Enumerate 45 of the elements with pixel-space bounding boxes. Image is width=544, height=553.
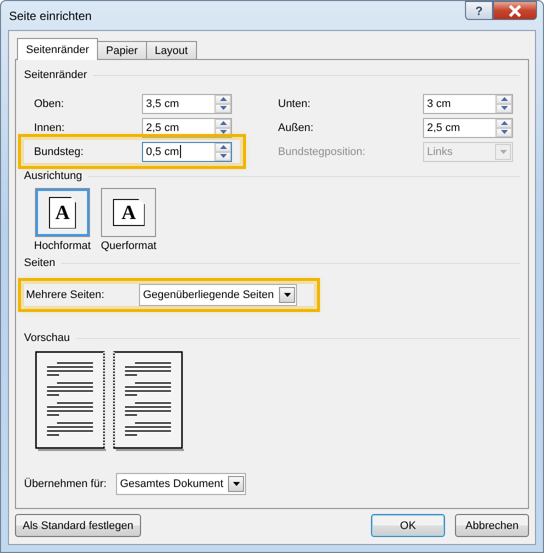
spin-field[interactable]: 3 cm [423, 94, 513, 114]
tab[interactable]: Papier [97, 41, 147, 59]
spin-field[interactable]: 0,5 cm [142, 142, 232, 162]
help-button[interactable]: ? [465, 1, 493, 20]
section-heading: Vorschau [24, 332, 70, 344]
up-arrow-icon [500, 97, 508, 101]
spin-field[interactable]: 2,5 cm [423, 118, 513, 138]
field-label: Bundsteg: [34, 146, 85, 158]
orientation-label: Querformat [100, 240, 156, 252]
section-heading: Seiten [24, 257, 56, 269]
field-label: Oben: [34, 98, 65, 110]
field-label: Mehrere Seiten: [25, 289, 106, 301]
section-heading: Seitenränder [24, 69, 87, 81]
orientation-button[interactable]: A [34, 188, 90, 237]
spin-field[interactable]: 3,5 cm [142, 94, 232, 114]
section-heading: Ausrichtung [24, 170, 82, 182]
orientation-label: Hochformat [34, 240, 91, 252]
dropdown[interactable]: Gesamtes Dokument [116, 473, 246, 495]
dialog-button[interactable]: OK [371, 514, 445, 537]
caret-icon [284, 293, 290, 297]
down-arrow-icon [500, 106, 508, 110]
up-arrow-icon [220, 121, 226, 125]
dialog-button[interactable]: Abbrechen [455, 514, 529, 537]
dropdown[interactable]: Gegenüberliegende Seiten [139, 284, 297, 306]
field-label: Außen: [278, 122, 314, 134]
orientation-button[interactable]: A [101, 188, 156, 237]
close-button[interactable] [493, 1, 537, 20]
down-arrow-icon [220, 130, 226, 134]
up-arrow-icon [220, 97, 226, 101]
caret-icon [232, 482, 240, 486]
field-label: Bundstegposition: [278, 146, 366, 158]
close-icon [508, 4, 522, 16]
up-arrow-icon [220, 145, 226, 149]
down-arrow-icon [500, 130, 508, 134]
tab[interactable]: Layout [146, 41, 197, 59]
caret-icon [500, 150, 506, 154]
tab[interactable]: Seitenränder [17, 38, 98, 60]
window-title: Seite einrichten [8, 8, 93, 23]
field-label: Übernehmen für: [24, 478, 108, 490]
field-label: Unten: [278, 98, 312, 110]
up-arrow-icon [500, 121, 508, 125]
set-default-button[interactable]: Als Standard festlegen [15, 514, 141, 537]
down-arrow-icon [220, 154, 226, 158]
field-label: Innen: [34, 122, 66, 134]
down-arrow-icon [220, 106, 226, 110]
